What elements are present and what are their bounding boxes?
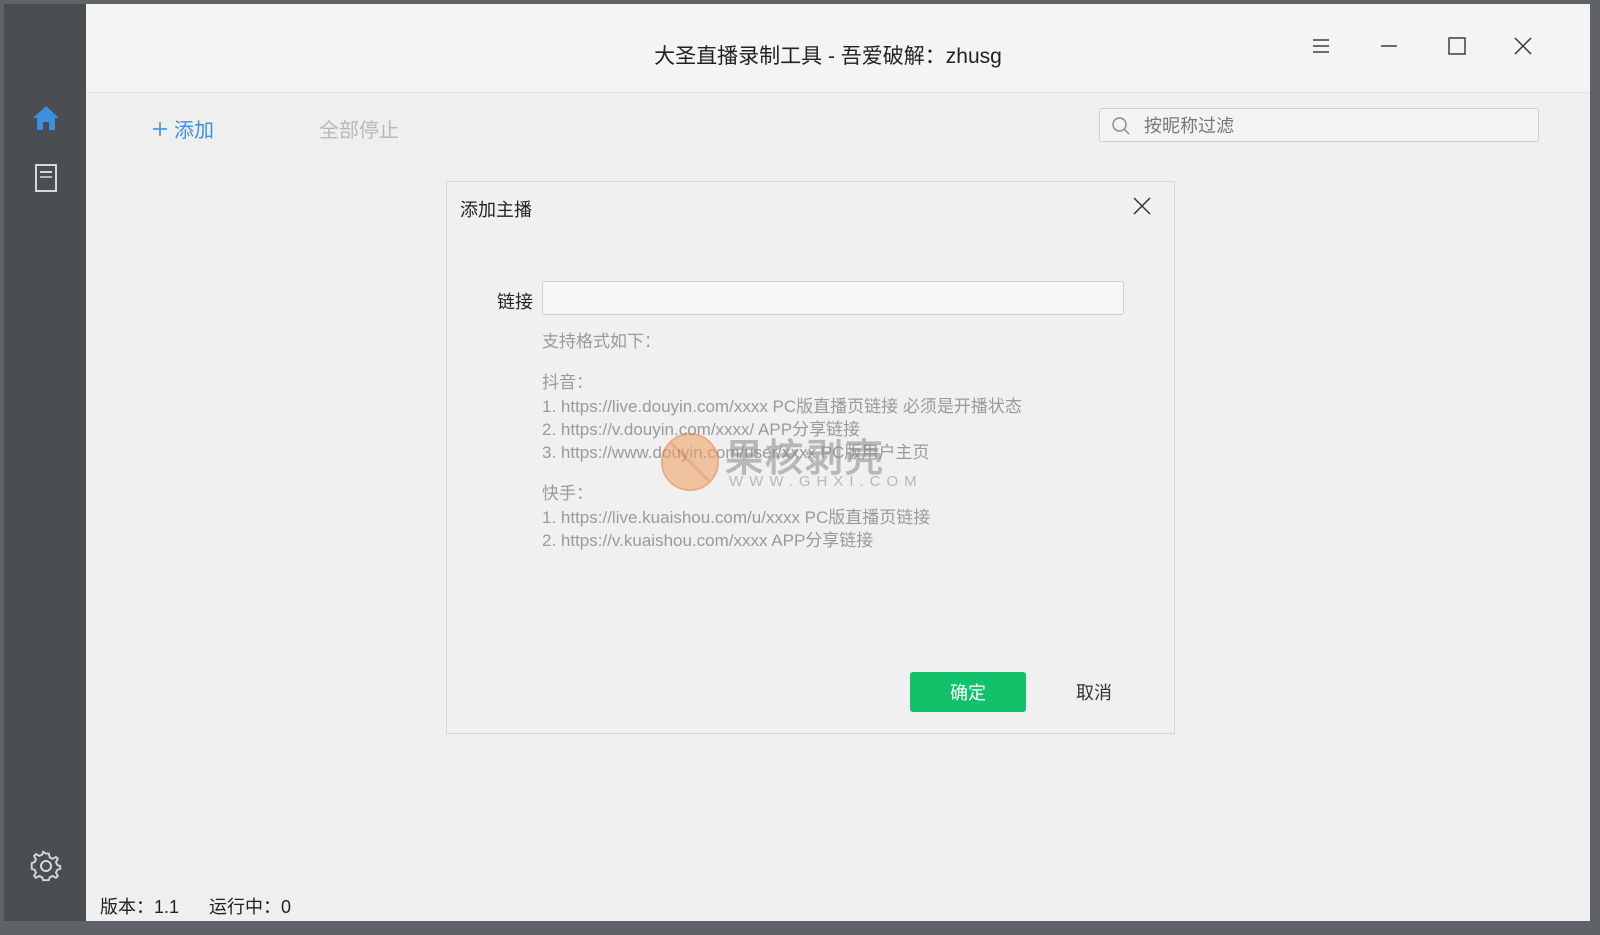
status-bar: 版本：1.1 运行中：0 bbox=[100, 893, 291, 919]
douyin-format-2: 2. https://v.douyin.com/xxxx/ APP分享链接 bbox=[542, 420, 861, 439]
home-icon[interactable] bbox=[30, 102, 62, 134]
title-bar: 大圣直播录制工具 - 吾爱破解：zhusg bbox=[86, 4, 1590, 93]
douyin-format-3: 3. https://www.douyin.com/user/xxxx PC版用… bbox=[542, 443, 930, 462]
douyin-heading: 抖音： bbox=[542, 373, 593, 392]
add-button-label: 添加 bbox=[174, 120, 214, 142]
hint-title: 支持格式如下： bbox=[542, 332, 661, 351]
close-icon[interactable] bbox=[1500, 26, 1546, 66]
sidebar bbox=[4, 4, 86, 921]
minimize-icon[interactable] bbox=[1366, 26, 1412, 66]
douyin-format-1: 1. https://live.douyin.com/xxxx PC版直播页链接… bbox=[542, 397, 1022, 416]
nickname-filter-input[interactable] bbox=[1142, 109, 1530, 143]
running-count: 运行中：0 bbox=[209, 897, 292, 917]
link-label: 链接 bbox=[497, 292, 533, 312]
dialog-title: 添加主播 bbox=[460, 200, 532, 220]
document-icon[interactable] bbox=[30, 162, 62, 194]
kuaishou-heading: 快手： bbox=[542, 484, 593, 503]
link-input[interactable] bbox=[542, 281, 1124, 315]
version-label: 版本：1.1 bbox=[100, 897, 180, 917]
plus-icon bbox=[153, 121, 167, 136]
confirm-button[interactable]: 确定 bbox=[910, 672, 1026, 712]
app-window: 大圣直播录制工具 - 吾爱破解：zhusg 添加 全部停止 按昵称过滤 添加主播… bbox=[0, 0, 1600, 935]
cancel-button[interactable]: 取消 bbox=[1059, 672, 1129, 712]
toolbar: 添加 全部停止 bbox=[86, 92, 1590, 162]
watermark-url: WWW.GHXI.COM bbox=[729, 473, 923, 490]
menu-icon[interactable] bbox=[1298, 26, 1344, 66]
main-area: 大圣直播录制工具 - 吾爱破解：zhusg 添加 全部停止 按昵称过滤 添加主播… bbox=[86, 4, 1590, 921]
add-button[interactable]: 添加 bbox=[152, 114, 214, 143]
dialog-close-icon[interactable] bbox=[1130, 194, 1154, 218]
add-streamer-dialog: 添加主播 链接 支持格式如下： 抖音： 1. https://live.douy… bbox=[446, 181, 1175, 734]
kuaishou-format-1: 1. https://live.kuaishou.com/u/xxxx PC版直… bbox=[542, 508, 931, 527]
maximize-icon[interactable] bbox=[1434, 26, 1480, 66]
kuaishou-format-2: 2. https://v.kuaishou.com/xxxx APP分享链接 bbox=[542, 531, 874, 550]
stop-all-button[interactable]: 全部停止 bbox=[319, 114, 399, 143]
search-box bbox=[1099, 108, 1539, 143]
window-title: 大圣直播录制工具 - 吾爱破解：zhusg bbox=[654, 45, 1002, 68]
search-icon bbox=[1112, 117, 1130, 135]
gear-icon[interactable] bbox=[30, 850, 62, 882]
